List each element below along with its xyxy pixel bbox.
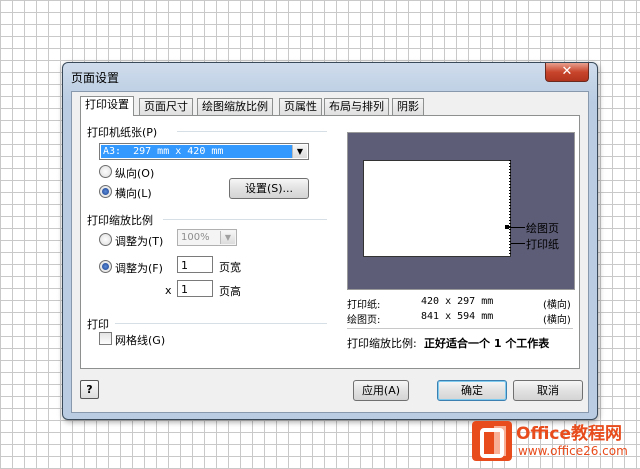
chevron-down-icon: ▼ [292,145,307,158]
drawing-info-label: 绘图页: [347,315,381,326]
close-icon: ✕ [561,64,573,79]
help-icon: ? [86,383,93,396]
ok-button[interactable]: 确定 [437,380,507,401]
title-bar[interactable]: 页面设置 ✕ [63,63,597,89]
page-setup-dialog: 页面设置 ✕ 打印设置 页面尺寸 绘图缩放比例 页属性 布局与排列 阴影 打印机… [62,62,598,420]
apply-button[interactable]: 应用(A) [353,380,409,401]
gridlines-checkbox[interactable] [99,332,112,345]
fit-to-label: 调整为(F) [115,262,163,275]
tab-shadows[interactable]: 阴影 [392,98,424,115]
paper-size-value: A3: 297 mm x 420 mm [101,145,292,158]
fit-width-input[interactable]: 1 [177,256,213,273]
paper-info-size: 420 x 297 mm [421,296,494,307]
scale-value: 正好适合一个 1 个工作表 [424,337,550,350]
preview-page-boundary [509,160,511,255]
watermark-title: Office教程网 [516,424,623,444]
landscape-label: 横向(L) [115,187,152,200]
adjust-percent-value: 100% [181,232,210,243]
preview-paper-sheet [363,160,511,257]
tab-layout-routing[interactable]: 布局与排列 [324,98,389,115]
fit-width-label: 页宽 [219,261,241,274]
landscape-radio[interactable] [99,185,112,198]
separator [347,328,573,329]
office-logo-icon [472,421,512,461]
adjust-to-label: 调整为(T) [115,235,164,248]
portrait-radio[interactable] [99,165,112,178]
tab-page-size[interactable]: 页面尺寸 [139,98,193,115]
gridlines-label: 网格线(G) [115,334,166,347]
print-group-label: 打印 [87,318,109,331]
print-preview: 绘图页 打印纸 [347,132,575,290]
paper-info-orient: (横向) [543,300,571,311]
drawing-info-size: 841 x 594 mm [421,311,494,322]
separator [177,131,327,132]
tab-page-properties[interactable]: 页属性 [279,98,322,115]
fit-to-radio[interactable] [99,260,112,273]
help-button[interactable]: ? [80,380,99,399]
printer-setup-button[interactable]: 设置(S)... [229,178,309,199]
adjust-percent-select[interactable]: 100% ▼ [177,229,237,246]
times-label: x [165,284,172,297]
cancel-button[interactable]: 取消 [513,380,583,401]
scale-label: 打印缩放比例: [347,337,417,350]
zoom-group-label: 打印缩放比例 [87,214,153,227]
fit-height-label: 页高 [219,285,241,298]
dialog-title: 页面设置 [71,71,120,85]
office26-watermark: Office教程网 www.office26.com [466,415,640,469]
drawing-info-orient: (横向) [543,315,571,326]
paper-size-select[interactable]: A3: 297 mm x 420 mm ▼ [99,143,309,160]
paper-group-label: 打印机纸张(P) [87,126,158,139]
paper-info-label: 打印纸: [347,300,381,311]
watermark-url: www.office26.com [518,444,628,458]
paper-callout: 打印纸 [526,238,559,251]
separator [115,323,327,324]
drawing-page-callout: 绘图页 [526,222,559,235]
callout-line [511,243,525,244]
fit-height-input[interactable]: 1 [177,280,213,297]
adjust-to-radio[interactable] [99,233,112,246]
portrait-label: 纵向(O) [115,167,155,180]
separator [163,219,327,220]
dialog-client: 打印设置 页面尺寸 绘图缩放比例 页属性 布局与排列 阴影 打印机纸张(P) A… [71,91,589,413]
print-setup-panel: 打印机纸张(P) A3: 297 mm x 420 mm ▼ 纵向(O) 横向(… [80,115,580,369]
callout-line [509,227,525,228]
close-button[interactable]: ✕ [545,63,589,82]
tab-drawing-scale[interactable]: 绘图缩放比例 [197,98,273,115]
tab-print-setup[interactable]: 打印设置 [80,96,134,116]
chevron-down-icon: ▼ [220,231,235,244]
